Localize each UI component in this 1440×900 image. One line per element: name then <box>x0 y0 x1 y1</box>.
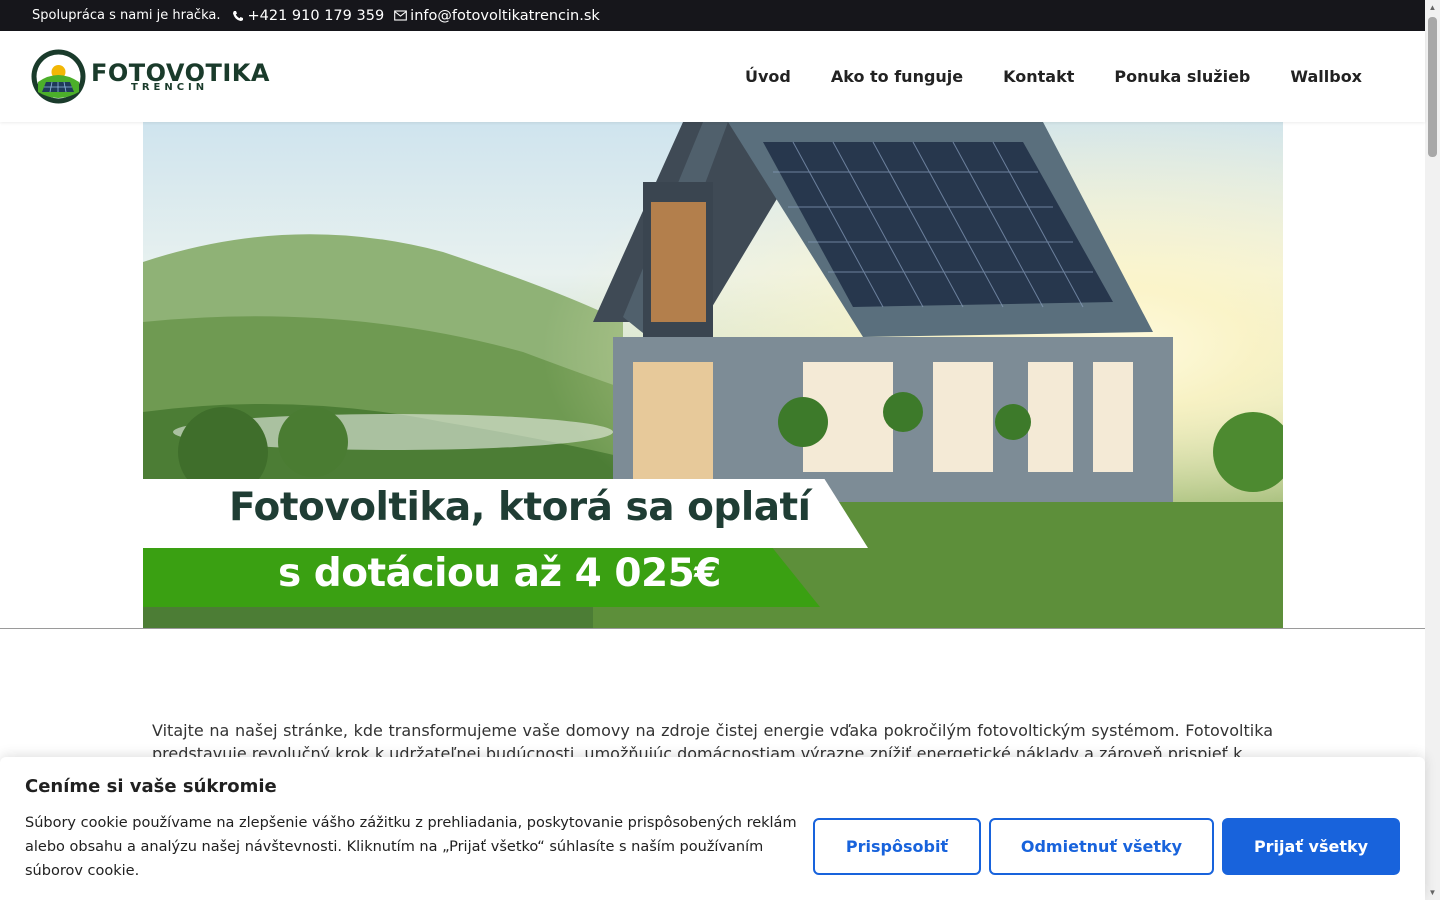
cookie-description: Súbory cookie používame na zlepšenie váš… <box>25 815 797 879</box>
phone-icon <box>233 10 244 21</box>
scrollbar-thumb[interactable] <box>1428 17 1437 157</box>
hero-subsidy-banner: s dotáciou až 4 025€ <box>143 548 820 607</box>
main-nav: Úvod Ako to funguje Kontakt Ponuka služi… <box>705 31 1362 122</box>
topbar-email-link[interactable]: info@fotovoltikatrencin.sk <box>394 8 600 24</box>
logo-wordmark: FOTOVOTIKA <box>91 58 270 87</box>
nav-item-wallbox[interactable]: Wallbox <box>1290 67 1362 86</box>
site-header: FOTOVOTIKA TRENCIN Úvod Ako to funguje K… <box>0 31 1425 122</box>
mail-icon <box>394 10 408 21</box>
cookie-customize-button[interactable]: Prispôsobiť <box>813 818 981 875</box>
scroll-up-arrow-icon[interactable]: ▲ <box>1428 3 1437 12</box>
logo-emblem-icon <box>31 49 86 104</box>
hero-headline-banner: Fotovoltika, ktorá sa oplatí <box>143 479 868 548</box>
cookie-reject-all-button[interactable]: Odmietnuť všetky <box>989 818 1214 875</box>
cookie-consent-banner: Ceníme si vaše súkromie Súbory cookie po… <box>0 757 1425 900</box>
hero-subline: s dotáciou až 4 025€ <box>278 551 721 596</box>
cookie-title: Ceníme si vaše súkromie <box>25 776 277 797</box>
hero-headline: Fotovoltika, ktorá sa oplatí <box>229 485 811 530</box>
topbar-tagline: Spolupráca s nami je hračka. <box>32 8 221 23</box>
topbar-phone-link[interactable]: +421 910 179 359 <box>232 8 384 24</box>
nav-item-kontakt[interactable]: Kontakt <box>1003 67 1074 86</box>
topbar-email: info@fotovoltikatrencin.sk <box>410 7 600 24</box>
nav-item-ako-to-funguje[interactable]: Ako to funguje <box>831 67 963 86</box>
top-bar: Spolupráca s nami je hračka. +421 910 17… <box>0 0 1425 31</box>
cookie-accept-all-button[interactable]: Prijať všetky <box>1222 818 1400 875</box>
topbar-phone: +421 910 179 359 <box>247 7 385 24</box>
nav-item-uvod[interactable]: Úvod <box>745 67 791 86</box>
site-logo[interactable]: FOTOVOTIKA TRENCIN <box>30 48 270 105</box>
scroll-down-arrow-icon[interactable]: ▼ <box>1428 888 1437 897</box>
nav-item-ponuka-sluzieb[interactable]: Ponuka služieb <box>1114 67 1250 86</box>
hero-image: Fotovoltika, ktorá sa oplatí s dotáciou … <box>143 122 1283 628</box>
page-scrollbar[interactable]: ▲ ▼ <box>1425 0 1440 900</box>
